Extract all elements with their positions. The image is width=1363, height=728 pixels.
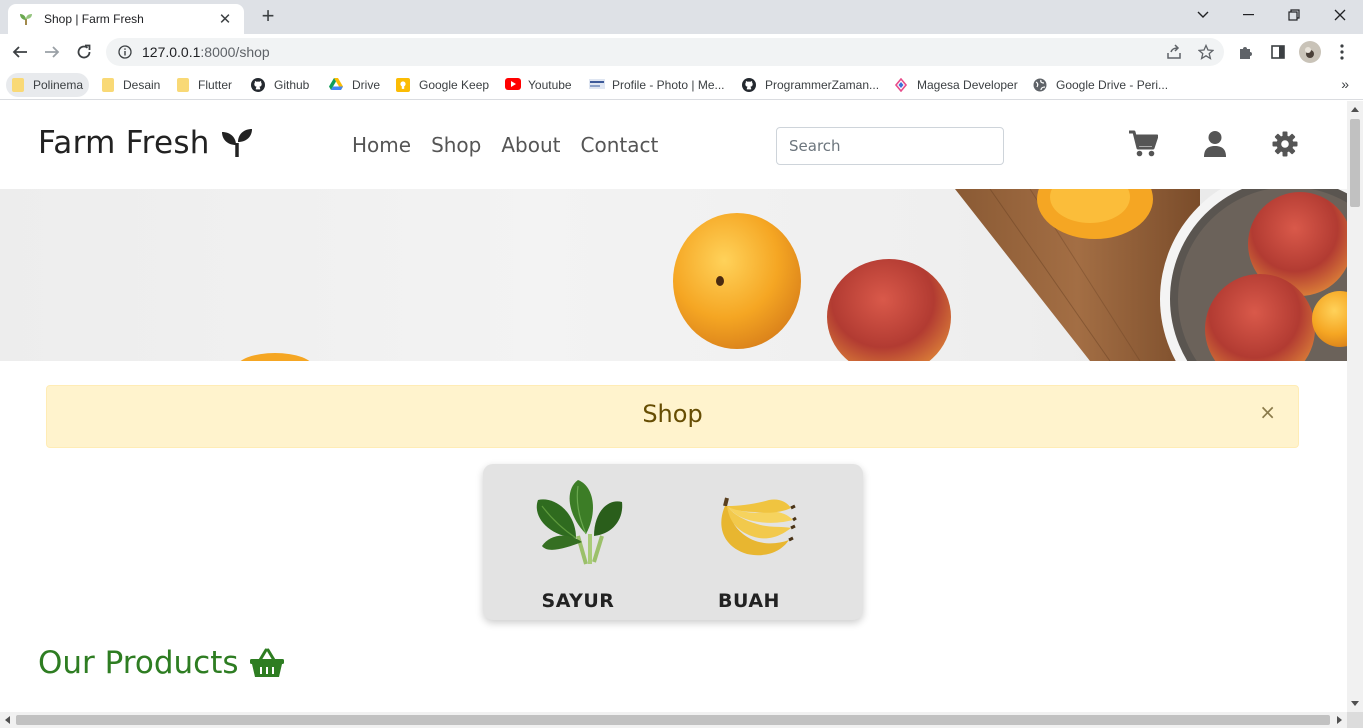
nav-about[interactable]: About (501, 133, 560, 157)
nav-contact[interactable]: Contact (581, 133, 659, 157)
more-bookmarks-button[interactable]: » (1341, 76, 1349, 92)
browser-tab-bar: Shop | Farm Fresh ✕ + (0, 0, 1363, 34)
main-nav: Home Shop About Contact (352, 133, 658, 157)
category-label: SAYUR (541, 590, 615, 612)
category-label: BUAH (718, 590, 780, 612)
scroll-right-arrow-icon[interactable] (1337, 716, 1342, 724)
url-path: :8000/shop (200, 44, 270, 60)
new-tab-button[interactable]: + (258, 5, 278, 27)
tab-search-chevron-icon[interactable] (1180, 0, 1226, 30)
google-keep-icon (396, 78, 410, 92)
google-drive-icon (329, 78, 343, 92)
hero-banner-image (0, 189, 1347, 361)
folder-icon (177, 78, 189, 92)
bookmark-label: Google Drive - Peri... (1056, 78, 1169, 92)
site-logo[interactable]: Farm Fresh (38, 125, 254, 161)
spinach-image (483, 476, 673, 572)
bookmark-label: ProgrammerZaman... (765, 78, 880, 92)
bookmark-profile-photo[interactable]: Profile - Photo | Me... (583, 73, 731, 97)
close-window-button[interactable] (1317, 0, 1363, 30)
nav-shop[interactable]: Shop (431, 133, 481, 157)
horizontal-scrollbar[interactable] (0, 712, 1347, 728)
bookmark-label: Github (274, 78, 310, 92)
bookmark-label: Profile - Photo | Me... (612, 78, 725, 92)
bookmark-label: Desain (123, 78, 161, 92)
tab-title: Shop | Farm Fresh (44, 12, 144, 26)
bookmark-polinema[interactable]: Polinema (6, 73, 90, 97)
forward-arrow-icon[interactable] (40, 40, 64, 64)
shop-alert: Shop × (46, 385, 1299, 448)
horizontal-scroll-thumb[interactable] (16, 715, 1330, 725)
side-panel-icon[interactable] (1266, 40, 1290, 64)
bookmark-label: Google Keep (419, 78, 490, 92)
seedling-icon (220, 128, 254, 158)
bookmark-label: Youtube (528, 78, 572, 92)
alert-close-button[interactable]: × (1259, 400, 1276, 424)
magesa-icon (894, 77, 908, 93)
bookmark-google-drive-peri[interactable]: Google Drive - Peri... (1027, 73, 1174, 97)
youtube-icon (505, 78, 521, 92)
cart-icon[interactable] (1128, 129, 1158, 159)
bookmark-drive[interactable]: Drive (323, 73, 386, 97)
restore-button[interactable] (1271, 0, 1317, 30)
bookmark-label: Polinema (33, 78, 84, 92)
github-icon (742, 78, 756, 92)
search-input[interactable] (776, 127, 1004, 165)
address-bar[interactable]: 127.0.0.1:8000/shop (106, 38, 1224, 66)
bookmark-youtube[interactable]: Youtube (499, 73, 578, 97)
gear-icon[interactable] (1270, 129, 1300, 159)
seedling-favicon-icon (18, 11, 34, 27)
browser-tab[interactable]: Shop | Farm Fresh ✕ (8, 4, 244, 34)
bookmark-magesa-developer[interactable]: Magesa Developer (888, 73, 1024, 97)
vertical-scroll-thumb[interactable] (1350, 119, 1360, 207)
bookmark-label: Flutter (198, 78, 233, 92)
logo-text: Farm Fresh (38, 125, 210, 161)
scroll-up-arrow-icon[interactable] (1351, 107, 1359, 112)
back-arrow-icon[interactable] (8, 40, 32, 64)
bookmark-label: Drive (352, 78, 381, 92)
folder-icon (102, 78, 114, 92)
share-icon[interactable] (1162, 40, 1186, 64)
scroll-down-arrow-icon[interactable] (1351, 701, 1359, 706)
browser-toolbar: 127.0.0.1:8000/shop (0, 34, 1363, 70)
vertical-scrollbar[interactable] (1347, 101, 1363, 712)
url-host: 127.0.0.1 (142, 44, 201, 60)
bookmark-programmerzaman[interactable]: ProgrammerZaman... (736, 73, 885, 97)
site-info-icon[interactable] (118, 45, 132, 59)
extensions-puzzle-icon[interactable] (1234, 40, 1258, 64)
products-heading: Our Products (38, 645, 285, 681)
products-heading-text: Our Products (38, 645, 239, 681)
bookmarks-bar: Polinema Desain Flutter Github Drive Goo… (0, 70, 1363, 100)
category-card: SAYUR BUAH (483, 464, 863, 620)
banana-image (654, 476, 844, 572)
browser-menu-icon[interactable] (1330, 40, 1354, 64)
profile-site-icon (589, 78, 605, 92)
bookmark-star-icon[interactable] (1194, 40, 1218, 64)
bookmark-desain[interactable]: Desain (96, 73, 166, 97)
folder-icon (12, 78, 24, 92)
tab-close-icon[interactable]: ✕ (216, 10, 234, 28)
bookmark-label: Magesa Developer (917, 78, 1018, 92)
site-header: Farm Fresh Home Shop About Contact (0, 101, 1347, 189)
scrollbar-corner (1347, 712, 1363, 728)
reload-icon[interactable] (72, 40, 96, 64)
category-buah[interactable]: BUAH (654, 464, 844, 620)
bookmark-google-keep[interactable]: Google Keep (390, 73, 495, 97)
github-icon (251, 78, 265, 92)
basket-icon (249, 648, 285, 678)
profile-avatar[interactable] (1298, 40, 1322, 64)
bookmark-flutter[interactable]: Flutter (171, 73, 238, 97)
user-icon[interactable] (1200, 129, 1230, 159)
bookmark-github[interactable]: Github (245, 73, 315, 97)
url-text: 127.0.0.1:8000/shop (142, 44, 270, 60)
minimize-button[interactable] (1225, 0, 1271, 30)
scroll-left-arrow-icon[interactable] (5, 716, 10, 724)
nav-home[interactable]: Home (352, 133, 411, 157)
alert-title: Shop (642, 400, 703, 428)
category-sayur[interactable]: SAYUR (483, 464, 673, 620)
page-viewport: Farm Fresh Home Shop About Contact Searc… (0, 101, 1347, 712)
globe-icon (1033, 78, 1047, 92)
